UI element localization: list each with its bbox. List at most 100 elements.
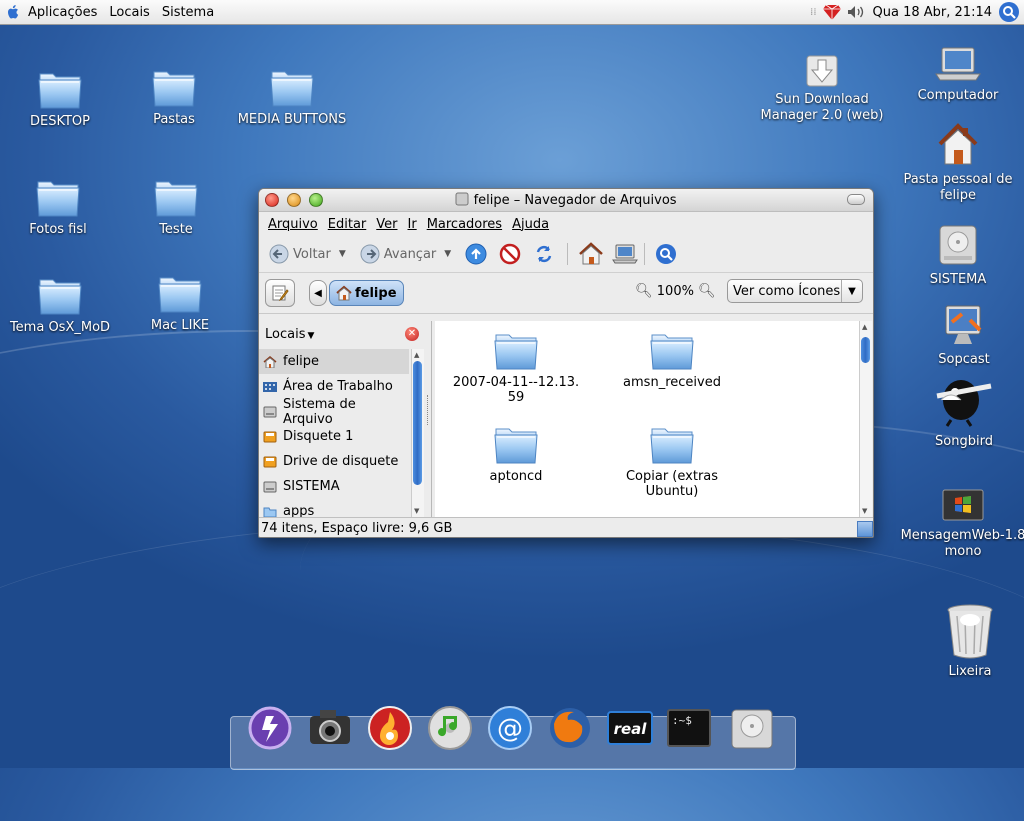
scroll-up-arrow[interactable]: ▲: [862, 323, 867, 331]
resize-grip-icon[interactable]: [857, 521, 873, 537]
hard-drive-icon[interactable]: [728, 704, 776, 752]
scroll-up-arrow[interactable]: ▲: [414, 351, 419, 359]
desktop-icon-pasta-pessoal[interactable]: Pasta pessoal de felipe: [898, 122, 1018, 204]
sidebar-scroll-thumb[interactable]: [413, 361, 422, 485]
forward-label: Avançar: [383, 246, 437, 262]
folder-icon: [153, 176, 199, 218]
up-arrow-icon[interactable]: [465, 243, 487, 265]
realplayer-icon[interactable]: real: [606, 704, 654, 752]
reload-icon[interactable]: [533, 243, 555, 265]
zoom-level[interactable]: 100%: [657, 284, 694, 299]
view-mode-select[interactable]: Ver como Ícones ▼: [727, 279, 863, 303]
back-button[interactable]: Voltar ▼: [265, 244, 350, 264]
apple-logo-icon[interactable]: [6, 4, 20, 20]
desktop-icon-media-buttons[interactable]: MEDIA BUTTONS: [232, 66, 352, 128]
desktop-icon-fotos-fisl[interactable]: Fotos fisl: [0, 176, 118, 238]
sidebar-item-sistema[interactable]: SISTEMA: [259, 474, 409, 499]
desktop-icon-mac-like[interactable]: Mac LIKE: [120, 272, 240, 334]
back-dropdown-icon[interactable]: ▼: [339, 249, 346, 259]
pane-resize-handle[interactable]: [427, 395, 431, 425]
sidebar-mode-select[interactable]: Locais ▼: [265, 327, 314, 342]
menu-arquivo[interactable]: Arquivo: [263, 217, 323, 232]
media-player-icon[interactable]: [246, 704, 294, 752]
firefox-icon[interactable]: [546, 704, 594, 752]
desktop-icon-label: MensagemWeb-1.8 mono: [900, 528, 1024, 559]
menu-locais[interactable]: Locais: [103, 0, 155, 24]
menu-ver[interactable]: Ver: [371, 217, 402, 232]
sidebar-item-disquete-1[interactable]: Disquete 1: [259, 424, 409, 449]
clock[interactable]: Qua 18 Abr, 21:14: [873, 5, 992, 20]
file-label: amsn_received: [623, 375, 721, 390]
search-icon[interactable]: [998, 1, 1020, 23]
desktop-icon-label: MEDIA BUTTONS: [237, 112, 347, 127]
desktop-icon-teste[interactable]: Teste: [116, 176, 236, 238]
window-shade-button[interactable]: [847, 194, 865, 205]
sidebar-scrollbar[interactable]: ▲ ▼: [411, 349, 424, 517]
sidebar-item-area-de-trabalho[interactable]: Área de Trabalho: [259, 374, 409, 399]
folder-icon: [37, 274, 83, 316]
sidebar-item-apps[interactable]: apps: [259, 499, 409, 517]
burner-icon[interactable]: [366, 704, 414, 752]
sidebar-places-list: felipe Área de Trabalho Sistema de Arqui…: [259, 349, 409, 517]
grip-icon: ⁞⁞: [810, 6, 817, 18]
forward-arrow-icon: [360, 244, 380, 264]
camera-icon[interactable]: [306, 704, 354, 752]
drive-icon: [263, 406, 277, 417]
desktop-icon-lixeira[interactable]: Lixeira: [910, 602, 1024, 680]
sidebar-item-felipe[interactable]: felipe: [259, 349, 409, 374]
zoom-out-icon[interactable]: 🔍︎: [635, 283, 653, 299]
desktop-icon-mensagemweb[interactable]: MensagemWeb-1.8 mono: [898, 488, 1024, 560]
menu-aplicacoes[interactable]: Aplicações: [22, 0, 103, 24]
itunes-icon[interactable]: [426, 704, 474, 752]
sidebar-item-drive-de-disquete[interactable]: Drive de disquete: [259, 449, 409, 474]
desktop-icon-pastas[interactable]: Pastas: [114, 66, 234, 128]
sidebar-item-sistema-de-arquivo[interactable]: Sistema de Arquivo: [259, 397, 409, 427]
desktop-icon-sopcast[interactable]: Sopcast: [904, 302, 1024, 368]
file-item[interactable]: Copiar (extras Ubuntu): [597, 419, 747, 499]
svg-text:@: @: [497, 714, 523, 744]
desktop-icon-tema-osx[interactable]: Tema OsX_MoD: [0, 274, 120, 336]
stop-icon[interactable]: [499, 243, 521, 265]
file-item[interactable]: aptoncd: [441, 419, 591, 484]
menu-sistema[interactable]: Sistema: [156, 0, 220, 24]
forward-button[interactable]: Avançar ▼: [356, 244, 455, 264]
home-icon[interactable]: [578, 242, 604, 266]
desktop-icon-desktop[interactable]: DESKTOP: [0, 68, 120, 130]
computer-icon[interactable]: [612, 243, 639, 265]
desktop-icon-sun-download-manager[interactable]: Sun Download Manager 2.0 (web): [760, 54, 884, 124]
file-item[interactable]: 2007-04-11--12.13.59: [441, 325, 591, 405]
content-scroll-thumb[interactable]: [861, 337, 870, 363]
menu-marcadores[interactable]: Marcadores: [422, 217, 507, 232]
file-item[interactable]: amsn_received: [597, 325, 747, 390]
path-scroll-left-button[interactable]: ◀: [309, 280, 327, 306]
desktop-icon-sistema[interactable]: SISTEMA: [898, 222, 1018, 288]
terminal-icon[interactable]: :~$: [666, 704, 714, 752]
menu-ajuda[interactable]: Ajuda: [507, 217, 554, 232]
window-titlebar[interactable]: felipe – Navegador de Arquivos: [259, 189, 873, 212]
scroll-down-arrow[interactable]: ▼: [862, 507, 867, 515]
location-toggle-button[interactable]: [265, 279, 295, 307]
folder-icon: [151, 66, 197, 108]
location-bar: ◀ felipe 🔍︎ 100% 🔍︎ Ver como Ícones ▼: [259, 273, 873, 314]
content-scrollbar[interactable]: ▲ ▼: [859, 321, 872, 517]
scroll-down-arrow[interactable]: ▼: [414, 507, 419, 515]
desktop-icon-computador[interactable]: Computador: [898, 44, 1018, 104]
volume-icon[interactable]: [847, 5, 867, 19]
forward-dropdown-icon[interactable]: ▼: [444, 249, 451, 259]
zoom-in-icon[interactable]: 🔍︎: [698, 283, 716, 299]
menu-editar[interactable]: Editar: [323, 217, 372, 232]
path-crumb-felipe[interactable]: felipe: [329, 280, 404, 306]
desktop-icon-songbird[interactable]: Songbird: [904, 370, 1024, 450]
desktop-icon-label: Mac LIKE: [150, 318, 210, 333]
floppy-icon: [263, 456, 277, 467]
close-sidebar-icon[interactable]: ✕: [405, 327, 419, 341]
ruby-gem-icon[interactable]: [822, 4, 841, 20]
menu-ir[interactable]: Ir: [403, 217, 422, 232]
search-icon[interactable]: [655, 243, 677, 265]
desktop-icon-label: Songbird: [935, 434, 993, 449]
file-manager-window: felipe – Navegador de Arquivos Arquivo E…: [258, 188, 874, 538]
mail-icon[interactable]: @: [486, 704, 534, 752]
svg-text::~$: :~$: [672, 714, 692, 727]
view-mode-label: Ver como Ícones: [733, 283, 841, 299]
sidebar-item-label: felipe: [283, 354, 320, 369]
